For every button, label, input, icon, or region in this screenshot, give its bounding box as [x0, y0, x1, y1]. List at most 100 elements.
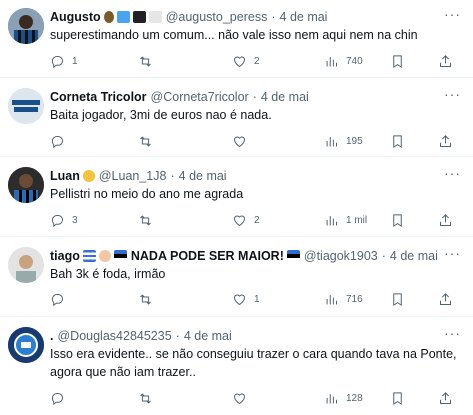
bookmark-button[interactable] [390, 134, 405, 149]
blue-square-emoji-icon [116, 11, 130, 23]
timestamp[interactable]: 4 de mai [390, 249, 438, 263]
bookmark-icon [393, 213, 402, 227]
more-options-icon[interactable]: ··· [444, 6, 461, 22]
avatar[interactable] [8, 88, 44, 124]
reply-count: 1 [72, 55, 78, 67]
tweet-header: Corneta Tricolor @Corneta7ricolor · 4 de… [50, 88, 467, 106]
more-options-icon[interactable]: ··· [444, 245, 461, 261]
handle[interactable]: @augusto_peress [166, 10, 268, 24]
share-button[interactable] [438, 292, 453, 307]
reply-icon [51, 135, 63, 148]
more-options-icon[interactable]: ··· [444, 325, 461, 341]
separator-dot: · [175, 329, 180, 343]
display-name[interactable]: . [50, 329, 53, 343]
avatar[interactable] [8, 327, 44, 363]
retweet-icon [140, 135, 151, 147]
avatar[interactable] [8, 8, 44, 44]
like-button[interactable]: 2 [232, 213, 260, 228]
display-name[interactable]: Luan [50, 169, 80, 183]
tweet-header: . @Douglas42845235 · 4 de mai [50, 327, 467, 345]
bookmark-button[interactable] [390, 292, 405, 307]
tweet[interactable]: Corneta Tricolor @Corneta7ricolor · 4 de… [0, 78, 473, 157]
tweet-header: Luan @Luan_1J8 · 4 de mai [50, 167, 467, 185]
share-button[interactable] [438, 134, 453, 149]
bookmark-button[interactable] [390, 391, 405, 406]
like-button[interactable]: 2 [232, 54, 260, 69]
display-name[interactable]: Corneta Tricolor [50, 90, 147, 104]
timestamp[interactable]: 4 de mai [179, 169, 227, 183]
handle[interactable]: @Douglas42845235 [57, 329, 171, 343]
view-count: 195 [346, 135, 363, 147]
tweet[interactable]: . @Douglas42845235 · 4 de mai Isso era e… [0, 317, 473, 415]
heart-icon [233, 136, 246, 147]
like-count: 2 [254, 55, 260, 67]
tweet-text: Baita jogador, 3mi de euros nao é nada. [50, 108, 272, 122]
views-button[interactable]: 716 [324, 292, 363, 307]
reply-button[interactable] [50, 134, 72, 149]
tweet[interactable]: tiago NADA PODE SER MAIOR! @tiagok1903 ·… [0, 237, 473, 317]
retweet-button[interactable] [138, 292, 160, 307]
bookmark-icon [393, 134, 402, 148]
retweet-button[interactable] [138, 391, 160, 406]
white-square-emoji-icon [148, 11, 162, 23]
avatar[interactable] [8, 167, 44, 203]
reply-button[interactable]: 3 [50, 213, 78, 228]
like-button[interactable] [232, 134, 254, 149]
uruguay-flag-icon [82, 250, 96, 262]
bookmark-button[interactable] [390, 213, 405, 228]
retweet-button[interactable] [138, 213, 160, 228]
views-button[interactable]: 128 [324, 391, 363, 406]
estonia-flag-icon [113, 250, 127, 262]
handle[interactable]: @tiagok1903 [304, 249, 378, 263]
retweet-icon [140, 214, 151, 226]
views-button[interactable]: 1 mil [324, 213, 367, 228]
bookmark-icon [393, 54, 402, 68]
view-count: 1 mil [346, 214, 368, 226]
retweet-button[interactable] [138, 54, 160, 69]
tweet-text: superestimando um comum... não vale isso… [50, 28, 418, 42]
like-button[interactable]: 1 [232, 292, 260, 307]
tweet-header: Augusto @augusto_peress · 4 de mai [50, 8, 467, 26]
display-name[interactable]: Augusto [50, 10, 101, 24]
estonia-flag-icon [286, 250, 300, 262]
like-count: 1 [254, 293, 260, 305]
tweet[interactable]: Augusto @augusto_peress · 4 de mai super… [0, 0, 473, 78]
like-button[interactable] [232, 391, 254, 406]
mate-gourd-emoji-icon [103, 11, 114, 23]
views-button[interactable]: 195 [324, 134, 363, 149]
retweet-button[interactable] [138, 134, 160, 149]
share-button[interactable] [438, 54, 453, 69]
reply-icon [51, 55, 63, 68]
separator-dot: · [381, 249, 386, 263]
timestamp[interactable]: 4 de mai [184, 329, 232, 343]
timestamp[interactable]: 4 de mai [261, 90, 309, 104]
share-button[interactable] [438, 391, 453, 406]
share-icon [440, 391, 451, 404]
tweet-text: Pellistri no meio do ano me agrada [50, 187, 244, 201]
handle[interactable]: @Corneta7ricolor [151, 90, 249, 104]
more-options-icon[interactable]: ··· [444, 86, 461, 102]
timestamp[interactable]: 4 de mai [280, 10, 328, 24]
reply-button[interactable] [50, 391, 72, 406]
share-icon [440, 213, 451, 226]
views-chart-icon [326, 215, 337, 225]
bookmark-button[interactable] [390, 54, 405, 69]
heart-icon [233, 294, 246, 305]
retweet-icon [140, 392, 151, 404]
views-chart-icon [326, 136, 337, 146]
view-count: 128 [346, 392, 363, 404]
views-button[interactable]: 740 [324, 54, 363, 69]
sweat-smile-emoji-icon [82, 170, 95, 182]
display-name-tagline: NADA PODE SER MAIOR! [130, 249, 284, 263]
share-icon [440, 134, 451, 147]
reply-button[interactable] [50, 292, 72, 307]
share-button[interactable] [438, 213, 453, 228]
avatar[interactable] [8, 247, 44, 283]
more-options-icon[interactable]: ··· [444, 165, 461, 181]
black-square-emoji-icon [132, 11, 146, 23]
reply-button[interactable]: 1 [50, 54, 78, 69]
handle[interactable]: @Luan_1J8 [99, 169, 167, 183]
tweet[interactable]: Luan @Luan_1J8 · 4 de mai Pellistri no m… [0, 157, 473, 237]
display-name[interactable]: tiago [50, 249, 80, 263]
share-icon [440, 54, 451, 67]
